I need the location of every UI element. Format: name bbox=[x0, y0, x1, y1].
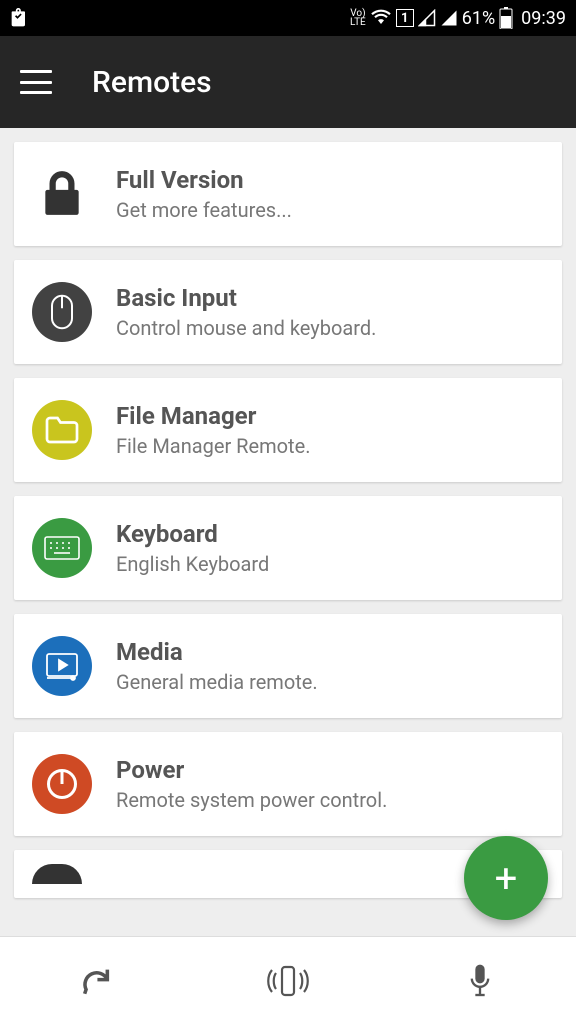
card-subtitle: Control mouse and keyboard. bbox=[116, 316, 376, 340]
wifi-icon bbox=[370, 9, 392, 27]
battery-icon bbox=[499, 7, 513, 29]
vibrate-phone-icon bbox=[266, 963, 310, 999]
folder-icon bbox=[32, 400, 92, 460]
card-subtitle: Remote system power control. bbox=[116, 788, 387, 812]
card-subtitle: English Keyboard bbox=[116, 552, 269, 576]
power-icon bbox=[32, 754, 92, 814]
remote-media[interactable]: Media General media remote. bbox=[14, 614, 562, 718]
partial-icon bbox=[32, 864, 82, 884]
remote-basic-input[interactable]: Basic Input Control mouse and keyboard. bbox=[14, 260, 562, 364]
add-button[interactable]: + bbox=[464, 836, 548, 920]
page-title: Remotes bbox=[92, 65, 212, 100]
mic-icon bbox=[466, 962, 494, 1000]
sim-indicator: 1 bbox=[396, 9, 414, 27]
card-title: Media bbox=[116, 638, 318, 666]
bottom-bar bbox=[0, 936, 576, 1024]
remote-file-manager[interactable]: File Manager File Manager Remote. bbox=[14, 378, 562, 482]
battery-percent: 61% bbox=[462, 8, 495, 29]
lock-icon bbox=[32, 164, 92, 224]
card-title: Keyboard bbox=[116, 520, 269, 548]
card-subtitle: General media remote. bbox=[116, 670, 318, 694]
mic-button[interactable] bbox=[395, 946, 565, 1016]
clock: 09:39 bbox=[521, 8, 566, 29]
shopping-bag-icon bbox=[10, 7, 30, 29]
remote-keyboard[interactable]: Keyboard English Keyboard bbox=[14, 496, 562, 600]
app-bar: Remotes bbox=[0, 36, 576, 128]
refresh-button[interactable] bbox=[11, 946, 181, 1016]
remotes-list: Full Version Get more features... Basic … bbox=[0, 128, 576, 936]
card-title: Basic Input bbox=[116, 284, 376, 312]
card-title: File Manager bbox=[116, 402, 310, 430]
card-subtitle: Get more features... bbox=[116, 198, 292, 222]
menu-button[interactable] bbox=[20, 70, 52, 94]
remote-full-version[interactable]: Full Version Get more features... bbox=[14, 142, 562, 246]
refresh-icon bbox=[79, 964, 113, 998]
card-subtitle: File Manager Remote. bbox=[116, 434, 310, 458]
signal-1-icon bbox=[418, 9, 436, 27]
card-title: Full Version bbox=[116, 166, 292, 194]
plus-icon: + bbox=[495, 855, 518, 902]
media-icon bbox=[32, 636, 92, 696]
mouse-icon bbox=[32, 282, 92, 342]
vibrate-button[interactable] bbox=[203, 946, 373, 1016]
volte-icon: Vo)LTE bbox=[350, 9, 366, 27]
signal-2-icon bbox=[440, 9, 458, 27]
keyboard-icon bbox=[32, 518, 92, 578]
status-bar: Vo)LTE 1 61% 09:39 bbox=[0, 0, 576, 36]
remote-power[interactable]: Power Remote system power control. bbox=[14, 732, 562, 836]
card-title: Power bbox=[116, 756, 387, 784]
